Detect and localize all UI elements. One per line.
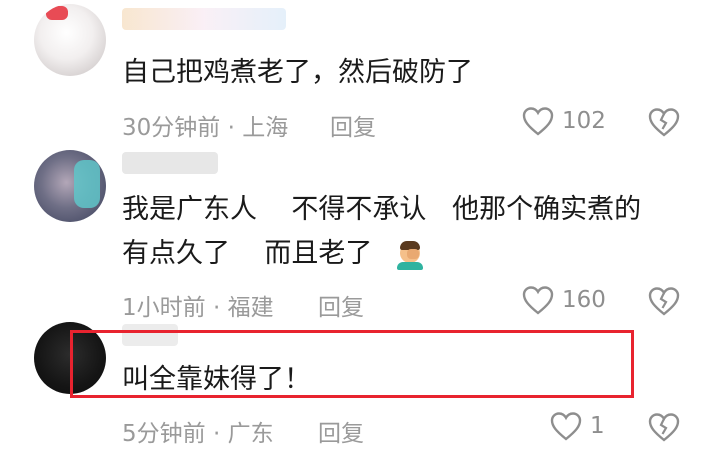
heart-icon (522, 107, 554, 136)
comment-time: 30分钟前 (122, 115, 221, 141)
reply-button[interactable]: 回复 (318, 414, 364, 448)
comment-location: 上海 (242, 115, 289, 141)
blurred-username[interactable] (122, 152, 218, 174)
avatar-image (74, 160, 100, 208)
broken-heart-icon (648, 413, 680, 442)
dislike-button[interactable] (648, 286, 680, 316)
comment-text-segment: 有点久了 而且老了 (122, 238, 373, 269)
dislike-button[interactable] (648, 412, 680, 442)
comment-text: 叫全靠妹得了！ (122, 364, 311, 395)
comment-text-line: 我是广东人 不得不承认 他那个确实煮的 (122, 194, 642, 225)
comment-meta: 1小时前 · 福建 (122, 295, 274, 321)
comment-location: 广东 (227, 421, 274, 447)
bow-icon (46, 6, 68, 20)
blurred-username[interactable] (122, 8, 286, 30)
like-button[interactable]: 102 (522, 106, 606, 136)
like-count: 160 (562, 287, 606, 313)
heart-icon (550, 412, 582, 441)
like-button[interactable]: 1 (550, 411, 605, 441)
like-button[interactable]: 160 (522, 285, 606, 315)
like-count: 1 (590, 413, 605, 439)
comment-meta: 5分钟前 · 广东 (122, 421, 274, 447)
comment-text-line: 有点久了 而且老了 (122, 234, 424, 274)
reply-button[interactable]: 回复 (318, 288, 364, 322)
facepalm-emoji-icon (396, 240, 424, 270)
comment-location: 福建 (227, 295, 274, 321)
heart-icon (522, 286, 554, 315)
dislike-button[interactable] (648, 107, 680, 137)
comment-time: 5分钟前 (122, 421, 206, 447)
broken-heart-icon (648, 287, 680, 316)
avatar[interactable] (34, 4, 106, 76)
comment-text: 自己把鸡煮老了，然后破防了 (122, 57, 473, 88)
like-count: 102 (562, 108, 606, 134)
broken-heart-icon (648, 108, 680, 137)
avatar[interactable] (34, 150, 106, 222)
comment-meta: 30分钟前 · 上海 (122, 115, 289, 141)
comment-time: 1小时前 (122, 295, 206, 321)
reply-button[interactable]: 回复 (330, 108, 376, 142)
